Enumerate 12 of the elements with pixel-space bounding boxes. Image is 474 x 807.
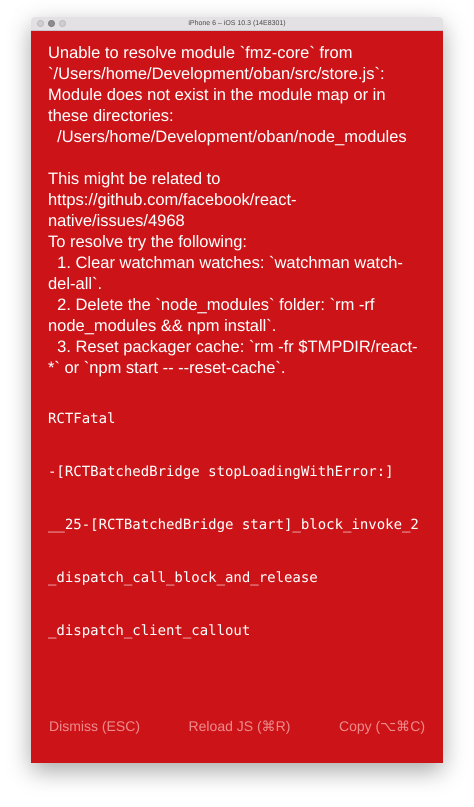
stack-frame: _dispatch_client_callout bbox=[48, 621, 426, 641]
stack-frame: __25-[RCTBatchedBridge start]_block_invoke_2 bbox=[48, 515, 426, 535]
action-button[interactable]: Copy (⌥⌘C) bbox=[338, 712, 425, 741]
minimize-icon[interactable] bbox=[48, 20, 55, 27]
error-message: Unable to resolve module `fmz-core` from `/Users/home/Development/oban/src/store.js`: Module does not exist in the module map or in these directories: /Users/home/Development/oban/node_modules This might be related to https://github.com/facebook/react-native/issues/4968 To resolve try the following: 1. Clear watchman watches: `watchman watch-del-all`. 2. Delete the `node_modules` folder: `rm -rf node_modules && npm install`. 3. Reset packager cache: `rm -fr $TMPDIR/react-*` or `npm start -- --reset-cache`. bbox=[48, 43, 419, 379]
action-button[interactable]: Reload JS (⌘R) bbox=[188, 712, 290, 741]
close-icon[interactable] bbox=[37, 20, 44, 27]
stack-frame: RCTFatal bbox=[48, 409, 426, 429]
stack-frame: -[RCTBatchedBridge stopLoadingWithError:] bbox=[48, 462, 426, 482]
zoom-icon[interactable] bbox=[59, 20, 66, 27]
action-button[interactable]: Dismiss (ESC) bbox=[49, 712, 140, 741]
stack-frame: _dispatch_call_block_and_release bbox=[48, 568, 426, 588]
